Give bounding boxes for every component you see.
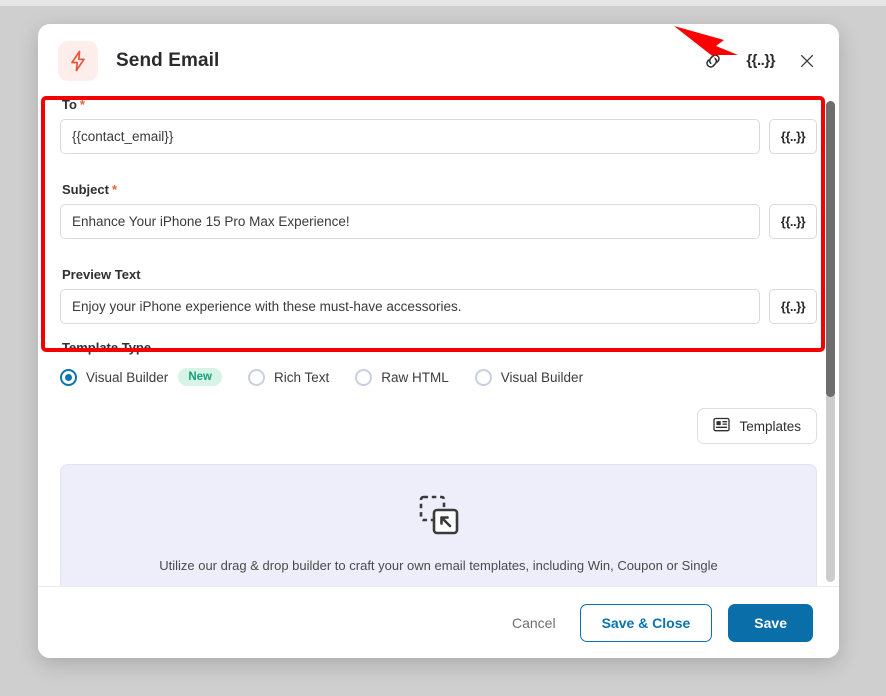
drag-drop-builder-icon [417,493,461,542]
save-button[interactable]: Save [728,603,813,642]
radio-raw-html[interactable]: Raw HTML [355,368,449,386]
radio-indicator[interactable] [474,368,492,386]
field-subject-row: Enhance Your iPhone 15 Pro Max Experienc… [60,204,817,239]
merge-tag-glyph: {{..}} [746,52,775,69]
field-subject: Subject * Enhance Your iPhone 15 Pro Max … [60,182,817,239]
save-and-close-button[interactable]: Save & Close [579,603,713,642]
dialog-title: Send Email [116,49,220,71]
radio-rich-text[interactable]: Rich Text [247,368,330,386]
radio-label: Visual Builder [500,369,584,385]
field-subject-label: Subject * [62,182,118,197]
send-email-dialog: Send Email {{..}} To * {{contact_email}}… [38,24,839,658]
templates-button[interactable]: Templates [697,408,817,444]
subject-merge-tag-button[interactable]: {{..}} [769,204,817,239]
cancel-button[interactable]: Cancel [504,606,564,640]
merge-tag-icon[interactable]: {{..}} [746,52,775,69]
builder-placeholder-panel[interactable]: Utilize our drag & drop builder to craft… [60,464,817,586]
radio-label: Raw HTML [381,369,449,385]
radio-indicator[interactable] [60,368,77,386]
preview-text-input[interactable]: Enjoy your iPhone experience with these … [60,289,760,324]
subject-merge-tag-glyph: {{..}} [780,214,806,229]
field-preview-text: Preview Text Enjoy your iPhone experienc… [60,267,817,324]
dialog-footer: Cancel Save & Close Save [38,586,839,658]
link-icon[interactable] [702,50,724,72]
lightning-bolt-icon [58,40,98,81]
template-type-label: Template Type [62,340,152,355]
templates-button-row: Templates [60,408,817,444]
required-marker: * [111,182,118,197]
to-input[interactable]: {{contact_email}} [60,119,760,154]
templates-button-label: Templates [739,418,801,434]
subject-input[interactable]: Enhance Your iPhone 15 Pro Max Experienc… [60,204,760,239]
header-actions: {{..}} [702,50,817,72]
field-to-row: {{contact_email}} {{..}} [60,119,817,154]
scrollbar-thumb[interactable] [826,101,835,397]
preview-text-merge-tag-glyph: {{..}} [780,299,806,314]
radio-indicator[interactable] [247,368,265,386]
template-type-radio-group: Visual Builder New Rich Text Raw HTML Vi… [60,368,817,386]
to-merge-tag-button[interactable]: {{..}} [769,119,817,154]
field-to-label: To * [62,97,85,112]
radio-label: Visual Builder [86,369,169,385]
radio-visual-builder-primary[interactable]: Visual Builder New [60,368,222,386]
close-icon[interactable] [797,51,817,71]
field-preview-text-label: Preview Text [62,267,141,282]
templates-icon [713,417,731,435]
scrollbar-track[interactable] [826,101,835,582]
dialog-content: To * {{contact_email}} {{..}} Subject * En… [60,97,817,586]
new-badge: New [178,368,222,386]
field-preview-text-row: Enjoy your iPhone experience with these … [60,289,817,324]
radio-label: Rich Text [273,369,330,385]
field-to: To * {{contact_email}} {{..}} [60,97,817,154]
page-background-strip [0,0,886,6]
to-merge-tag-glyph: {{..}} [780,129,806,144]
dialog-scroll-body: To * {{contact_email}} {{..}} Subject * En… [38,97,839,586]
radio-indicator[interactable] [355,368,373,386]
required-marker: * [79,97,85,112]
radio-visual-builder-legacy[interactable]: Visual Builder [474,368,584,386]
preview-text-merge-tag-button[interactable]: {{..}} [769,289,817,324]
dialog-header: Send Email {{..}} [38,24,839,97]
builder-placeholder-caption: Utilize our drag & drop builder to craft… [159,558,718,573]
